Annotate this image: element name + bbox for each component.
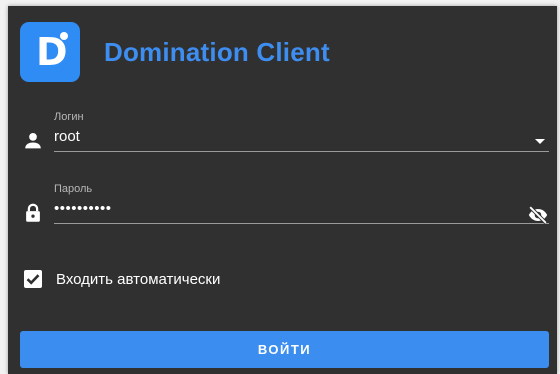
person-icon bbox=[25, 133, 41, 149]
auto-login-checkbox-row[interactable]: Входить автоматически bbox=[24, 270, 220, 288]
lock-icon bbox=[26, 203, 40, 222]
app-title: Domination Client bbox=[104, 36, 330, 67]
login-window: D Domination Client Логин Пароль bbox=[8, 6, 557, 374]
eye-off-icon[interactable] bbox=[527, 204, 549, 226]
app-header: D Domination Client bbox=[20, 22, 330, 82]
login-field: Логин bbox=[54, 110, 549, 152]
checkmark-icon bbox=[26, 274, 40, 285]
password-label: Пароль bbox=[54, 183, 93, 195]
logo-dot bbox=[60, 32, 68, 40]
auto-login-checkbox[interactable] bbox=[24, 270, 42, 288]
auto-login-label: Входить автоматически bbox=[56, 270, 221, 288]
login-dropdown-arrow-icon[interactable] bbox=[535, 139, 545, 144]
login-label: Логин bbox=[54, 111, 84, 123]
login-button[interactable]: ВОЙТИ bbox=[20, 331, 549, 368]
login-input[interactable] bbox=[54, 126, 549, 152]
password-input[interactable] bbox=[54, 198, 549, 224]
app-logo: D bbox=[20, 22, 80, 82]
password-field: Пароль bbox=[54, 182, 549, 226]
